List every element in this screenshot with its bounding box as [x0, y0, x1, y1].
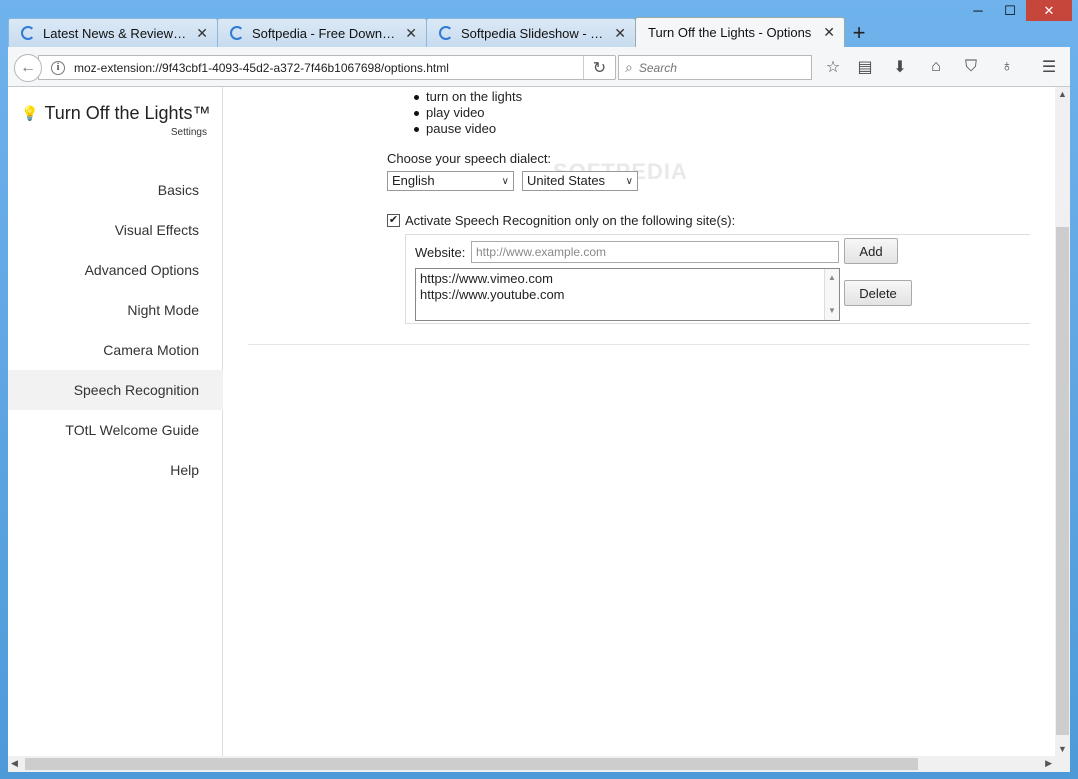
activate-sites-checkbox[interactable]: ✔ — [387, 214, 400, 227]
site-list-panel: Website: http://www.example.com Add http… — [405, 234, 1030, 324]
sidebar-item-help[interactable]: Help — [8, 450, 223, 490]
language-select[interactable]: English ∨ — [387, 171, 514, 191]
website-label: Website: — [415, 245, 466, 260]
tab-latest-news[interactable]: Latest News & Reviews by... ✕ — [8, 18, 218, 47]
tab-close-icon[interactable]: ✕ — [823, 24, 835, 41]
vertical-scrollbar[interactable]: ▲ ▼ — [1055, 87, 1070, 756]
tab-turn-off-the-lights-options[interactable]: Turn Off the Lights - Options ✕ — [635, 17, 845, 47]
listbox-scrollbar[interactable]: ▲ ▼ — [824, 269, 839, 320]
loading-spinner-icon — [230, 26, 244, 40]
tab-softpedia-slideshow[interactable]: Softpedia Slideshow - You... ✕ — [426, 18, 636, 47]
search-bar[interactable]: ⌕ — [618, 55, 812, 80]
horizontal-scrollbar[interactable]: ◀ ▶ — [8, 756, 1055, 772]
scrollbar-corner — [1055, 756, 1070, 772]
info-icon[interactable]: i — [51, 60, 65, 75]
reload-icon[interactable]: ↻ — [583, 56, 615, 79]
page-content: 💡 Turn Off the Lights™ Settings Basics V… — [8, 87, 1070, 756]
sidebar-item-night-mode[interactable]: Night Mode — [8, 290, 223, 330]
chevron-down-icon: ∨ — [625, 176, 633, 187]
chevron-down-icon: ∨ — [501, 176, 509, 187]
region-select[interactable]: United States ∨ — [522, 171, 638, 191]
vertical-scroll-thumb[interactable] — [1056, 227, 1069, 735]
tab-label: Turn Off the Lights - Options — [648, 25, 812, 40]
scroll-down-icon[interactable]: ▼ — [1058, 744, 1067, 754]
section-divider — [248, 344, 1030, 345]
lamp-extension-icon[interactable]: ♁ — [994, 55, 1020, 79]
delete-site-button[interactable]: Delete — [844, 280, 912, 306]
tab-close-icon[interactable]: ✕ — [196, 25, 208, 42]
back-button[interactable]: ← — [14, 54, 42, 82]
tab-label: Softpedia Slideshow - You... — [461, 25, 605, 41]
lamp-icon: 💡 — [21, 105, 39, 121]
sidebar-item-basics[interactable]: Basics — [8, 170, 223, 210]
sidebar-item-advanced-options[interactable]: Advanced Options — [8, 250, 223, 290]
list-item[interactable]: https://www.vimeo.com — [420, 271, 835, 287]
sidebar-item-speech-recognition[interactable]: Speech Recognition — [8, 370, 223, 410]
new-tab-button[interactable]: + — [844, 19, 874, 47]
scroll-left-icon[interactable]: ◀ — [11, 758, 18, 769]
downloads-icon[interactable]: ⬇ — [887, 55, 913, 79]
list-item: turn on the lights — [414, 89, 522, 105]
url-text[interactable]: moz-extension://9f43cbf1-4093-45d2-a372-… — [74, 61, 449, 75]
activate-sites-row: ✔ Activate Speech Recognition only on th… — [387, 213, 735, 228]
scroll-up-icon[interactable]: ▲ — [1058, 89, 1067, 99]
back-arrow-icon: ← — [20, 59, 36, 76]
bookmark-star-icon[interactable]: ☆ — [820, 55, 846, 79]
dialect-label: Choose your speech dialect: — [387, 151, 552, 166]
site-listbox[interactable]: https://www.vimeo.com https://www.youtub… — [415, 268, 840, 321]
region-select-value: United States — [527, 173, 606, 188]
pocket-icon[interactable]: ⛉ — [958, 55, 984, 79]
search-input[interactable] — [638, 60, 799, 75]
app-brand: 💡 Turn Off the Lights™ — [21, 103, 211, 124]
loading-spinner-icon — [439, 26, 453, 40]
url-bar[interactable]: i moz-extension://9f43cbf1-4093-45d2-a37… — [38, 55, 616, 80]
add-site-button[interactable]: Add — [844, 238, 898, 264]
list-item: play video — [414, 105, 522, 121]
sidebar-nav: Basics Visual Effects Advanced Options N… — [8, 170, 223, 490]
sidebar-item-visual-effects[interactable]: Visual Effects — [8, 210, 223, 250]
settings-subtitle: Settings — [170, 127, 207, 138]
tab-strip: Latest News & Reviews by... ✕ Softpedia … — [8, 17, 1070, 47]
tab-label: Softpedia - Free Downloa... — [252, 25, 396, 41]
tab-close-icon[interactable]: ✕ — [405, 25, 417, 42]
sidebar-item-welcome-guide[interactable]: TOtL Welcome Guide — [8, 410, 223, 450]
loading-spinner-icon — [21, 26, 35, 40]
menu-icon[interactable]: ☰ — [1036, 55, 1062, 79]
tab-label: Latest News & Reviews by... — [43, 25, 187, 41]
horizontal-scroll-thumb[interactable] — [25, 758, 918, 770]
tab-close-icon[interactable]: ✕ — [614, 25, 626, 42]
activate-sites-label[interactable]: Activate Speech Recognition only on the … — [405, 213, 735, 228]
list-item[interactable]: https://www.youtube.com — [420, 287, 835, 303]
main-panel: turn on the lights play video pause vide… — [248, 87, 1070, 756]
reading-list-icon[interactable]: ▤ — [852, 55, 878, 79]
scroll-right-icon[interactable]: ▶ — [1045, 758, 1052, 769]
language-select-value: English — [392, 173, 435, 188]
home-icon[interactable]: ⌂ — [923, 55, 949, 79]
navigation-toolbar: i moz-extension://9f43cbf1-4093-45d2-a37… — [8, 47, 1070, 87]
app-title: Turn Off the Lights™ — [44, 103, 211, 123]
website-input[interactable]: http://www.example.com — [471, 241, 839, 263]
voice-command-list: turn on the lights play video pause vide… — [414, 89, 522, 137]
list-item: pause video — [414, 121, 522, 137]
search-icon: ⌕ — [625, 59, 633, 75]
tab-softpedia-downloads[interactable]: Softpedia - Free Downloa... ✕ — [217, 18, 427, 47]
chevron-up-icon[interactable]: ▲ — [828, 270, 836, 286]
sidebar-item-camera-motion[interactable]: Camera Motion — [8, 330, 223, 370]
settings-sidebar: 💡 Turn Off the Lights™ Settings Basics V… — [8, 87, 223, 756]
chevron-down-icon[interactable]: ▼ — [828, 303, 836, 319]
